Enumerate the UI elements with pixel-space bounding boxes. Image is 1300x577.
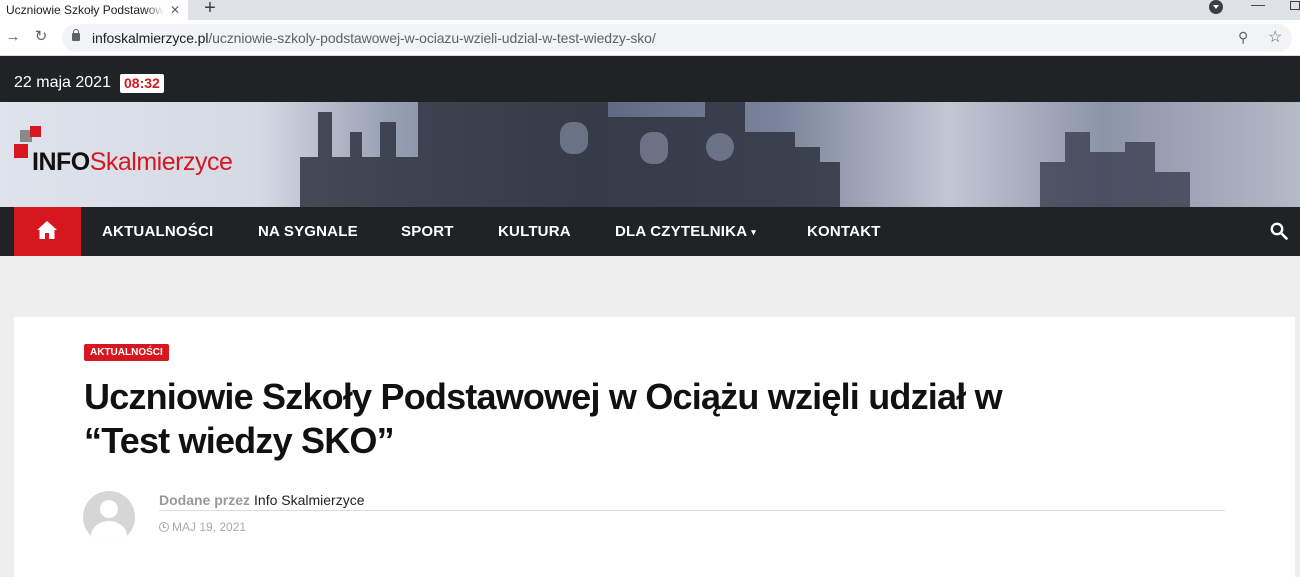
header-banner: INFOSkalmierzyce bbox=[0, 102, 1300, 207]
post-byline: Dodane przez Info Skalmierzyce bbox=[159, 492, 365, 508]
home-icon bbox=[37, 221, 57, 239]
post-title-line2: “Test wiedzy SKO” bbox=[84, 420, 395, 461]
home-button[interactable] bbox=[14, 207, 81, 256]
search-icon[interactable] bbox=[1270, 222, 1288, 240]
profile-menu-icon[interactable] bbox=[1209, 0, 1223, 14]
reload-icon[interactable]: ↻ bbox=[32, 28, 50, 46]
logo-mark bbox=[30, 126, 41, 137]
maximize-icon[interactable] bbox=[1290, 1, 1300, 10]
zoom-icon[interactable]: ⚲ bbox=[1238, 29, 1248, 46]
logo-text-skalmierzyce: Skalmierzyce bbox=[89, 148, 233, 176]
nav-item-dla-czytelnika-label: DLA CZYTELNIKA bbox=[615, 223, 748, 240]
browser-tabstrip: Uczniowie Szkoły Podstawowej w Ociążu wz… bbox=[0, 0, 1300, 20]
category-badge[interactable]: AKTUALNOŚCI bbox=[84, 344, 169, 361]
site-topbar: 22 maja 2021 08:32 bbox=[0, 56, 1300, 102]
chevron-down-icon: ▾ bbox=[751, 226, 756, 237]
post-title-line1: Uczniowie Szkoły Podstawowej w Ociążu wz… bbox=[84, 376, 1003, 417]
clock-icon bbox=[159, 522, 169, 532]
nav-item-aktualnosci[interactable]: AKTUALNOŚCI bbox=[102, 223, 213, 240]
url-text[interactable]: infoskalmierzyce.pl/uczniowie-szkoly-pod… bbox=[92, 30, 656, 46]
lock-icon[interactable] bbox=[72, 29, 80, 41]
nav-item-kultura[interactable]: KULTURA bbox=[498, 223, 571, 240]
author-avatar[interactable] bbox=[83, 491, 135, 543]
new-tab-icon[interactable]: + bbox=[200, 0, 220, 18]
nav-item-sport[interactable]: SPORT bbox=[401, 223, 454, 240]
logo-mark bbox=[14, 144, 28, 158]
post-card: AKTUALNOŚCI Uczniowie Szkoły Podstawowej… bbox=[14, 317, 1295, 577]
address-bar[interactable]: infoskalmierzyce.pl/uczniowie-szkoly-pod… bbox=[62, 24, 1292, 52]
byline-prefix: Dodane przez bbox=[159, 492, 251, 508]
browser-tab-title: Uczniowie Szkoły Podstawowej w Ociążu wz… bbox=[6, 3, 164, 17]
url-host: infoskalmierzyce.pl bbox=[92, 30, 209, 46]
nav-item-dla-czytelnika[interactable]: DLA CZYTELNIKA ▾ bbox=[615, 223, 756, 240]
post-date[interactable]: MAJ 19, 2021 bbox=[159, 520, 246, 534]
forward-icon[interactable]: → bbox=[4, 28, 22, 46]
logo-text-info: INFO bbox=[32, 148, 90, 176]
tab-close-icon[interactable]: ✕ bbox=[167, 2, 183, 18]
main-nav: AKTUALNOŚCI NA SYGNALE SPORT KULTURA DLA… bbox=[0, 207, 1300, 256]
site-logo[interactable]: INFOSkalmierzyce bbox=[14, 124, 274, 184]
author-link[interactable]: Info Skalmierzyce bbox=[254, 492, 364, 508]
logo-text: INFOSkalmierzyce bbox=[32, 148, 233, 177]
star-icon[interactable]: ☆ bbox=[1268, 27, 1282, 47]
browser-tab[interactable]: Uczniowie Szkoły Podstawowej w Ociążu wz… bbox=[0, 0, 188, 20]
browser-toolbar: → ↻ infoskalmierzyce.pl/uczniowie-szkoly… bbox=[0, 20, 1300, 56]
current-time: 08:32 bbox=[120, 74, 164, 93]
minimize-icon[interactable]: — bbox=[1251, 0, 1265, 12]
url-path: /uczniowie-szkoly-podstawowej-w-ociazu-w… bbox=[208, 30, 656, 46]
nav-item-na-sygnale[interactable]: NA SYGNALE bbox=[258, 223, 358, 240]
post-date-text: MAJ 19, 2021 bbox=[172, 520, 247, 534]
meta-divider bbox=[159, 510, 1225, 511]
post-title: Uczniowie Szkoły Podstawowej w Ociążu wz… bbox=[84, 375, 1184, 463]
current-date: 22 maja 2021 bbox=[14, 74, 111, 91]
nav-item-kontakt[interactable]: KONTAKT bbox=[807, 223, 881, 240]
